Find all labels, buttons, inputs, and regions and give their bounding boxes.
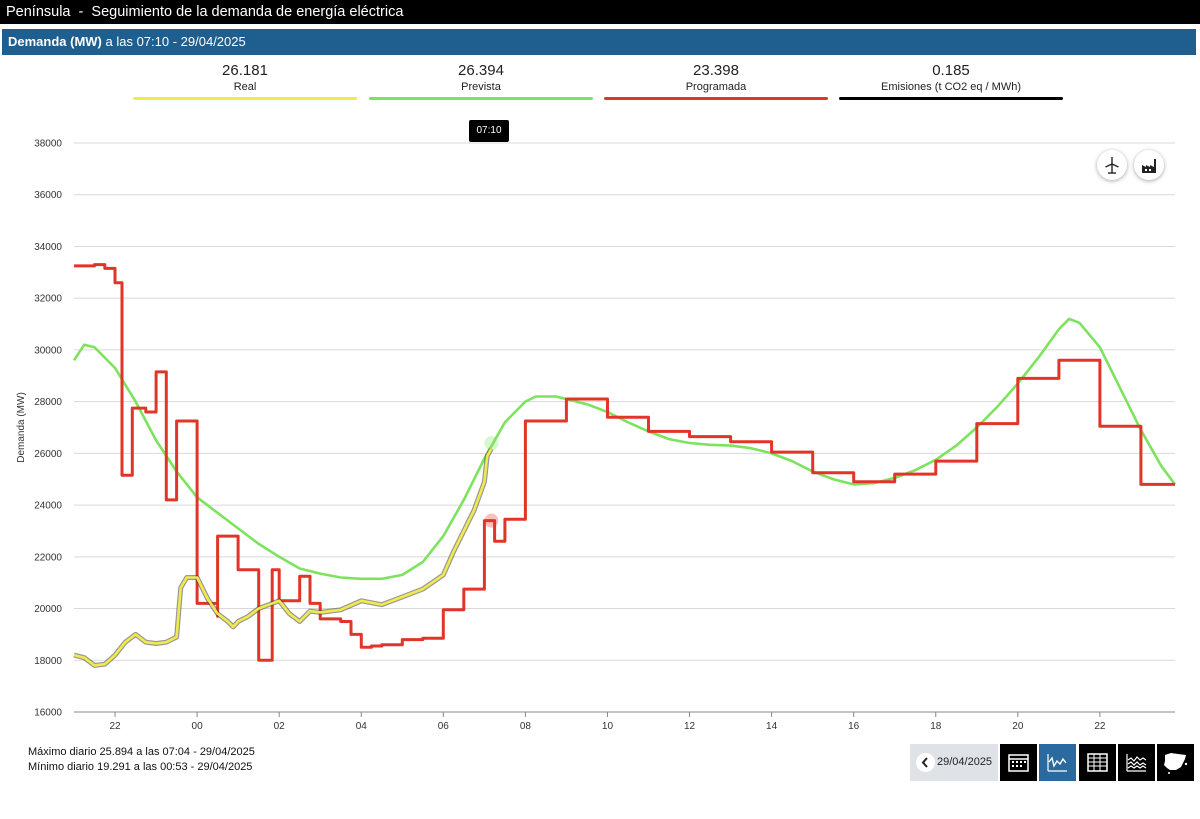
generation-view-button[interactable] bbox=[1118, 744, 1155, 781]
wind-generation-button[interactable] bbox=[1097, 150, 1127, 180]
x-tick-label: 00 bbox=[192, 721, 204, 730]
legend-value-programada: 23.398 bbox=[693, 62, 739, 79]
area-chart-icon bbox=[1126, 754, 1147, 772]
x-tick-label: 20 bbox=[1012, 721, 1024, 730]
region-selector-button[interactable] bbox=[1157, 744, 1194, 781]
page-title: Península - Seguimiento de la demanda de… bbox=[6, 4, 404, 20]
x-tick-label: 22 bbox=[109, 721, 121, 730]
y-tick-label: 26000 bbox=[34, 449, 62, 460]
y-tick-label: 34000 bbox=[34, 242, 62, 253]
x-tick-label: 08 bbox=[520, 721, 532, 730]
chart-header: Demanda (MW) a las 07:10 - 29/04/2025 bbox=[8, 29, 246, 55]
y-tick-label: 24000 bbox=[34, 501, 62, 512]
y-tick-label: 20000 bbox=[34, 604, 62, 615]
chart-view-button[interactable] bbox=[1039, 744, 1076, 781]
legend-value-emisiones: 0.185 bbox=[932, 62, 970, 79]
calendar-icon bbox=[1008, 754, 1029, 772]
factory-icon bbox=[1142, 159, 1156, 173]
calendar-button[interactable] bbox=[1000, 744, 1037, 781]
x-tick-label: 10 bbox=[602, 721, 614, 730]
y-tick-label: 22000 bbox=[34, 552, 62, 563]
y-tick-label: 18000 bbox=[34, 656, 62, 667]
line-chart-icon bbox=[1047, 754, 1067, 772]
legend-item-real[interactable]: 26.181 Real bbox=[133, 62, 357, 100]
spain-map-icon bbox=[1164, 753, 1188, 774]
legend-item-emisiones[interactable]: 0.185 Emisiones (t CO2 eq / MWh) bbox=[839, 62, 1063, 100]
y-tick-label: 36000 bbox=[34, 190, 62, 201]
series-line-programada bbox=[74, 263, 1175, 662]
daily-max: Máximo diario 25.894 a las 07:04 - 29/04… bbox=[28, 746, 255, 758]
y-tick-label: 32000 bbox=[34, 294, 62, 305]
y-axis-label: Demanda (MW) bbox=[16, 392, 27, 463]
legend-bar-programada bbox=[604, 97, 828, 100]
x-tick-label: 04 bbox=[356, 721, 368, 730]
x-tick-label: 12 bbox=[684, 721, 696, 730]
legend-bar-prevista bbox=[369, 97, 593, 100]
chart-header-bar: Demanda (MW) a las 07:10 - 29/04/2025 bbox=[2, 29, 1196, 55]
legend-label-programada: Programada bbox=[685, 81, 747, 93]
legend-item-programada[interactable]: 23.398 Programada bbox=[604, 62, 828, 100]
y-tick-label: 16000 bbox=[34, 708, 62, 719]
legend-item-prevista[interactable]: 26.394 Prevista bbox=[369, 62, 593, 100]
title-bar: Península - Seguimiento de la demanda de… bbox=[0, 0, 1200, 24]
marker-programada bbox=[484, 513, 499, 528]
y-tick-label: 30000 bbox=[34, 345, 62, 356]
legend-bar-emisiones bbox=[839, 97, 1063, 100]
x-tick-label: 16 bbox=[848, 721, 860, 730]
y-tick-label: 28000 bbox=[34, 397, 62, 408]
y-tick-label: 38000 bbox=[34, 139, 62, 150]
x-tick-label: 14 bbox=[766, 721, 778, 730]
chart-header-time: a las 07:10 - 29/04/2025 bbox=[101, 34, 246, 49]
chart-header-label: Demanda (MW) bbox=[8, 34, 102, 49]
table-view-button[interactable] bbox=[1079, 744, 1116, 781]
marker-prevista bbox=[484, 436, 499, 451]
previous-day-button[interactable] bbox=[916, 753, 935, 772]
thermal-generation-button[interactable] bbox=[1134, 150, 1164, 180]
x-tick-label: 06 bbox=[438, 721, 450, 730]
daily-stats: Máximo diario 25.894 a las 07:04 - 29/04… bbox=[28, 745, 255, 775]
legend-value-real: 26.181 bbox=[222, 62, 268, 79]
selected-date: 29/04/2025 bbox=[937, 756, 993, 768]
legend-label-real: Real bbox=[233, 81, 257, 93]
wind-turbine-icon bbox=[1105, 157, 1119, 174]
legend-value-prevista: 26.394 bbox=[458, 62, 504, 79]
date-navigator: 29/04/2025 bbox=[910, 744, 998, 781]
demand-chart[interactable]: 16000 18000 20000 22000 24000 26000 28000 30000… bbox=[0, 110, 1200, 730]
legend-label-emisiones: Emisiones (t CO2 eq / MWh) bbox=[881, 81, 1021, 93]
x-tick-label: 18 bbox=[930, 721, 942, 730]
chevron-left-icon bbox=[921, 757, 928, 768]
x-tick-label: 02 bbox=[274, 721, 286, 730]
legend-bar-real bbox=[133, 97, 357, 100]
daily-min: Mínimo diario 19.291 a las 00:53 - 29/04… bbox=[28, 761, 253, 773]
legend-label-prevista: Prevista bbox=[461, 81, 501, 93]
table-icon bbox=[1087, 753, 1108, 772]
chart-tooltip: 07:10 bbox=[469, 120, 509, 142]
x-tick-label: 22 bbox=[1094, 721, 1106, 730]
